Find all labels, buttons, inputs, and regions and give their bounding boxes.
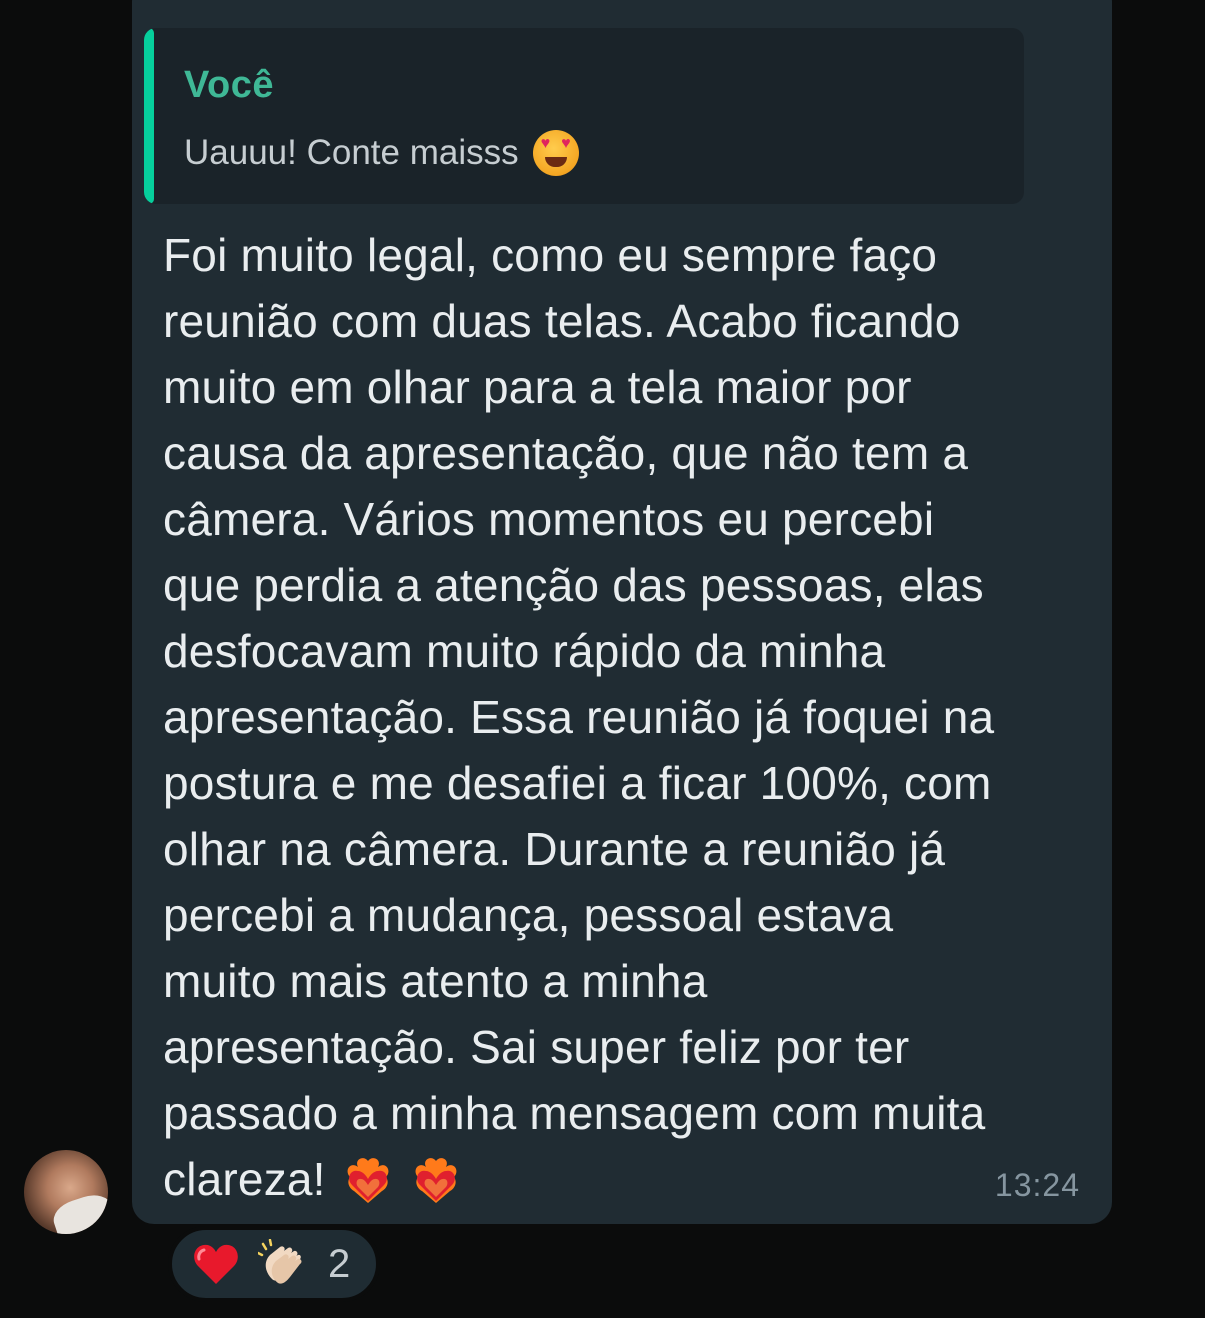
chat-view: ~ Fernanda Oliveira 12 de outubro de 202…	[0, 0, 1205, 1318]
reactions-pill[interactable]: 2	[168, 1226, 380, 1302]
message-bubble[interactable]: Você Uauuu! Conte maisss Foi muito legal…	[132, 0, 1112, 1224]
quote-accent-bar	[144, 28, 154, 204]
red-heart-icon	[192, 1242, 240, 1286]
sender-avatar[interactable]	[24, 1150, 108, 1234]
heart-eyes-emoji-icon	[532, 130, 579, 176]
heart-on-fire-icon	[410, 1153, 462, 1205]
quote-text-row: Uauuu! Conte maisss	[184, 130, 579, 176]
message-text-block: Foi muito legal, como eu sempre faço reu…	[163, 222, 1083, 1212]
heart-on-fire-icon	[342, 1153, 394, 1205]
message-timestamp: 13:24	[994, 1167, 1080, 1203]
message-text: Foi muito legal, como eu sempre faço reu…	[163, 229, 995, 1205]
quote-text: Uauuu! Conte maisss	[184, 133, 519, 172]
quote-author: Você	[184, 64, 275, 106]
quoted-reply[interactable]: Você Uauuu! Conte maisss	[144, 28, 1024, 204]
reaction-count: 2	[328, 1241, 351, 1286]
clapping-hands-icon	[258, 1239, 308, 1289]
